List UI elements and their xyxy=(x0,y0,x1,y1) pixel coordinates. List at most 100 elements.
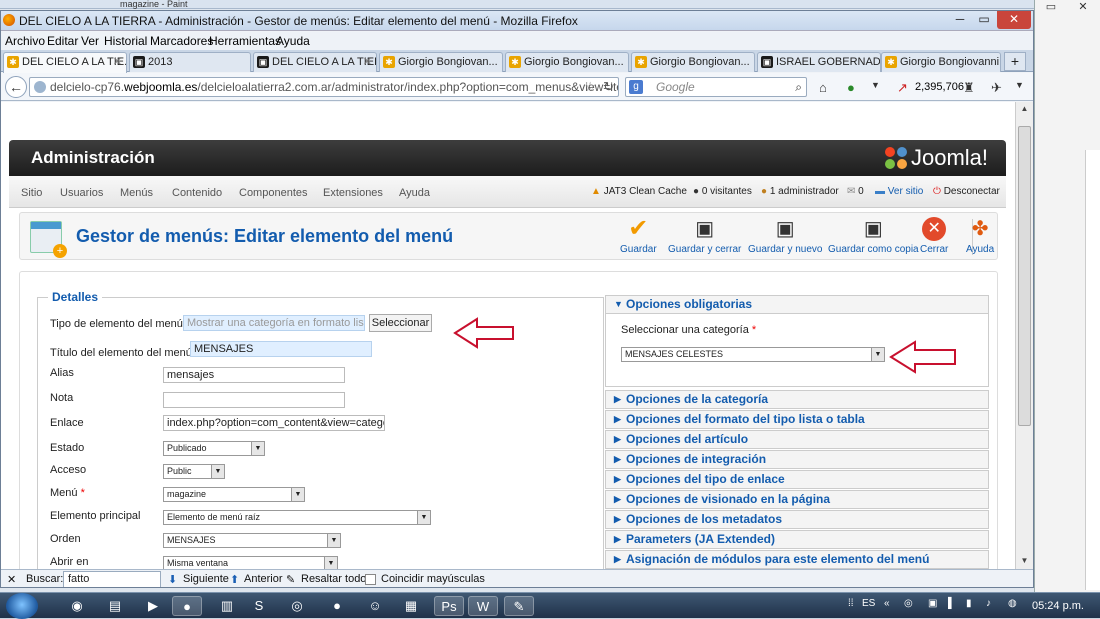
state-select[interactable]: Publicado ▼ xyxy=(163,441,265,456)
menu-editar[interactable]: Editar xyxy=(47,34,78,48)
maximize-button[interactable]: ▭ xyxy=(973,11,995,29)
word-taskbar-icon[interactable]: W xyxy=(468,596,498,616)
panel-module-assignment[interactable]: ▶ Asignación de módulos para este element… xyxy=(605,550,989,569)
panel-list-format-options[interactable]: ▶ Opciones del formato del tipo lista o t… xyxy=(605,410,989,429)
menu-ayuda[interactable]: Ayuda xyxy=(276,34,310,48)
select-type-button[interactable]: Seleccionar xyxy=(369,314,432,332)
parent-select[interactable]: Elemento de menú raíz ▼ xyxy=(163,510,431,525)
tools-icon[interactable]: ✈ xyxy=(991,80,1002,96)
match-case-checkbox[interactable] xyxy=(365,574,376,585)
reload-icon[interactable]: ↻ xyxy=(603,78,614,96)
menu-herramientas[interactable]: Herramientas xyxy=(209,34,281,48)
cache-status[interactable]: ▲ JAT3 Clean Cache xyxy=(591,186,687,197)
explorer-taskbar-icon[interactable]: ▤ xyxy=(100,596,130,616)
menu-marcadores[interactable]: Marcadores xyxy=(150,34,213,48)
media-taskbar-icon[interactable]: ▶ xyxy=(138,596,168,616)
new-tab-button[interactable]: + xyxy=(1004,52,1026,71)
logout-link[interactable]: ⏻ Desconectar xyxy=(933,186,1000,197)
tab-close-icon[interactable]: ✕ xyxy=(363,53,372,71)
home-icon[interactable]: ⌂ xyxy=(819,80,827,95)
admin-menu-sitio[interactable]: Sitio xyxy=(21,187,42,199)
title-field[interactable]: MENSAJES xyxy=(190,341,372,357)
admin-menu-contenido[interactable]: Contenido xyxy=(172,187,222,199)
bg-restore-button[interactable]: ▭ xyxy=(1039,0,1063,14)
save-copy-button[interactable]: ▣ Guardar como copia xyxy=(828,217,919,255)
close-window-button[interactable]: ✕ xyxy=(997,11,1031,29)
access-select[interactable]: Public ▼ xyxy=(163,464,225,479)
find-close-icon[interactable]: ✕ xyxy=(7,573,16,586)
help-button[interactable]: ✤ Ayuda xyxy=(966,217,994,255)
messages-status[interactable]: ✉ 0 xyxy=(847,186,864,197)
scroll-down-icon[interactable]: ▼ xyxy=(1016,556,1033,570)
tab-6[interactable]: ✱ Giorgio Bongiovan... xyxy=(631,52,755,72)
tab-2[interactable]: ▣ 2013 xyxy=(129,52,251,72)
find-prev-button[interactable]: Anterior xyxy=(244,573,283,585)
highlight-all-button[interactable]: Resaltar todo xyxy=(301,573,366,585)
menu-historial[interactable]: Historial xyxy=(104,34,147,48)
close-button[interactable]: ✕ Cerrar xyxy=(920,217,948,255)
tab-1[interactable]: ✱ DEL CIELO A LA TIE... ✕ xyxy=(3,52,127,73)
search-icon[interactable]: ⌕ xyxy=(795,78,802,96)
firefox-taskbar-icon[interactable]: ● xyxy=(172,596,202,616)
admin-menu-menus[interactable]: Menús xyxy=(120,187,153,199)
menu-select[interactable]: magazine ▼ xyxy=(163,487,305,502)
tray-globe-icon[interactable]: ◍ xyxy=(1008,598,1017,609)
bg-close-button[interactable]: ✕ xyxy=(1071,0,1095,14)
document-taskbar-icon[interactable]: ▥ xyxy=(212,596,242,616)
panel-article-options[interactable]: ▶ Opciones del artículo xyxy=(605,430,989,449)
tray-app-icon[interactable]: ◎ xyxy=(904,598,913,609)
panel-ja-extended[interactable]: ▶ Parameters (JA Extended) xyxy=(605,530,989,549)
admin-menu-extensiones[interactable]: Extensiones xyxy=(323,187,383,199)
clock[interactable]: 05:24 p.m. xyxy=(1032,600,1084,612)
tray-device-icon[interactable]: ▣ xyxy=(928,598,937,609)
chevron-down-icon[interactable]: ▼ xyxy=(871,80,880,90)
paint-taskbar-icon[interactable]: ✎ xyxy=(504,596,534,616)
order-select[interactable]: MENSAJES ▼ xyxy=(163,533,341,548)
category-select[interactable]: MENSAJES CELESTES ▼ xyxy=(621,347,885,362)
note-field[interactable] xyxy=(163,392,345,408)
back-button[interactable]: ← xyxy=(5,76,27,98)
panel-link-type-options[interactable]: ▶ Opciones del tipo de enlace xyxy=(605,470,989,489)
notes-taskbar-icon[interactable]: ▦ xyxy=(396,596,426,616)
tray-signal-icon[interactable]: ▮ xyxy=(966,598,972,609)
panel-integration-options[interactable]: ▶ Opciones de integración xyxy=(605,450,989,469)
minimize-button[interactable]: ─ xyxy=(949,11,971,29)
url-bar[interactable]: delcielo-cp76.webjoomla.es/delcieloalati… xyxy=(29,77,619,97)
admin-menu-usuarios[interactable]: Usuarios xyxy=(60,187,103,199)
scroll-up-icon[interactable]: ▲ xyxy=(1016,104,1033,118)
tab-7[interactable]: ▣ ISRAEL GOBERNAD... xyxy=(757,52,881,72)
addon-icon[interactable]: ● xyxy=(847,80,855,95)
tab-8[interactable]: ✱ Giorgio Bongiovanni xyxy=(881,52,1001,72)
alias-field[interactable]: mensajes xyxy=(163,367,345,383)
page-scrollbar[interactable]: ▲ ▼ xyxy=(1015,102,1033,569)
save-close-button[interactable]: ▣ Guardar y cerrar xyxy=(668,217,741,255)
search-input[interactable]: g Google ⌕ xyxy=(625,77,807,97)
chrome-taskbar-icon[interactable]: ◉ xyxy=(62,596,92,616)
app-taskbar-icon[interactable]: ☺ xyxy=(360,596,390,616)
tray-network-icon[interactable]: ▌ xyxy=(948,598,955,609)
skype-taskbar-icon[interactable]: S xyxy=(244,596,274,616)
start-button[interactable] xyxy=(6,593,38,619)
menu-ver[interactable]: Ver xyxy=(81,34,99,48)
tool-taskbar-icon[interactable]: ● xyxy=(322,596,352,616)
volume-icon[interactable]: ♪ xyxy=(986,598,991,609)
panel-category-options[interactable]: ▶ Opciones de la categoría xyxy=(605,390,989,409)
find-next-button[interactable]: Siguiente xyxy=(183,573,229,585)
tab-5[interactable]: ✱ Giorgio Bongiovan... xyxy=(505,52,629,72)
save-button[interactable]: ✔ Guardar xyxy=(620,217,657,256)
scroll-thumb[interactable] xyxy=(1018,126,1031,426)
tab-3[interactable]: ▣DEL CIELO A LA TIERRA✕ xyxy=(253,52,377,72)
language-indicator[interactable]: ES xyxy=(862,598,875,609)
bookmark-star-icon[interactable]: ☆ xyxy=(584,78,596,96)
open-select[interactable]: Misma ventana ▼ xyxy=(163,556,338,569)
view-site-link[interactable]: ▬ Ver sitio xyxy=(875,186,923,197)
photoshop-taskbar-icon[interactable]: Ps xyxy=(434,596,464,616)
admin-menu-ayuda[interactable]: Ayuda xyxy=(399,187,430,199)
menu-archivo[interactable]: Archivo xyxy=(5,34,45,48)
find-input[interactable]: fatto xyxy=(63,571,161,587)
chevron-down-icon[interactable]: ▼ xyxy=(1015,80,1024,90)
admin-menu-componentes[interactable]: Componentes xyxy=(239,187,308,199)
tab-close-icon[interactable]: ✕ xyxy=(113,53,122,71)
required-options-header[interactable]: ▼ Opciones obligatorias xyxy=(605,295,989,314)
shield-icon[interactable]: ♜ xyxy=(963,80,975,96)
